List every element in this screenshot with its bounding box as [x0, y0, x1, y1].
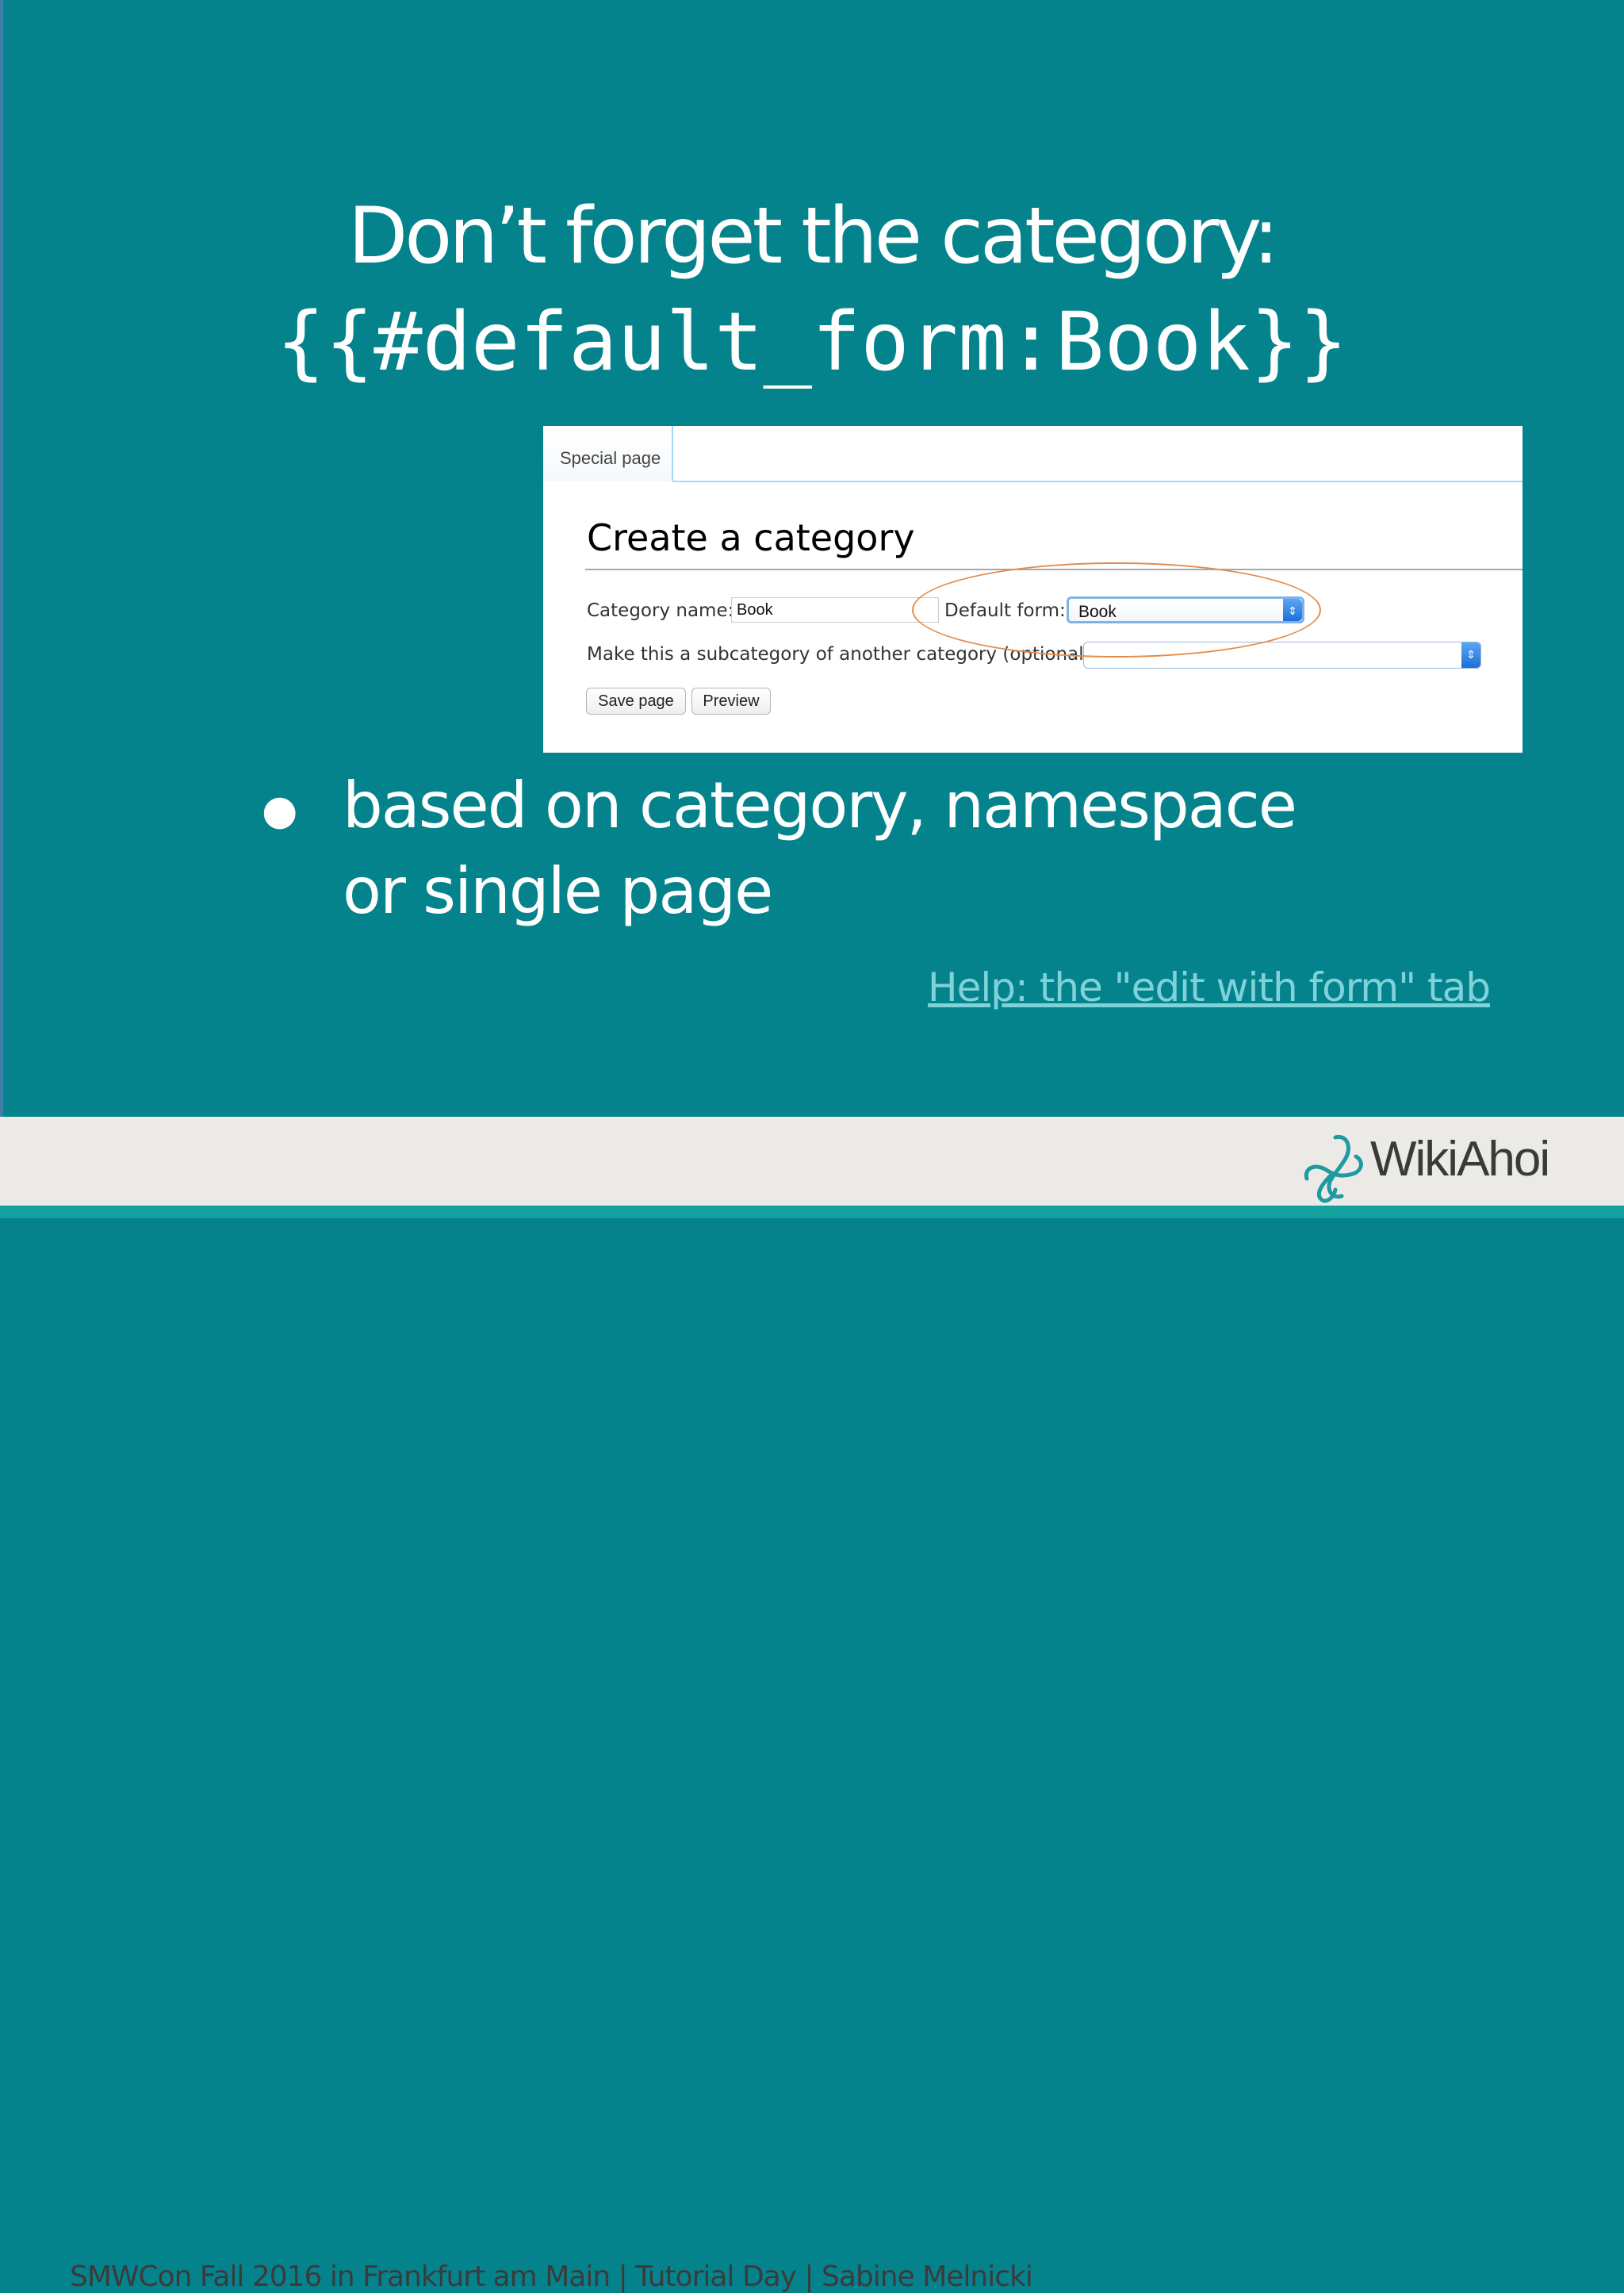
- page-heading: Create a category: [587, 516, 915, 559]
- embedded-screenshot: Special page Create a category Category …: [543, 426, 1522, 753]
- logo-wordmark: WikiAhoi: [1370, 1132, 1550, 1187]
- footer-accent-bar: [0, 1206, 1624, 1218]
- save-page-button[interactable]: Save page: [586, 688, 686, 715]
- wikiahoi-logo: WikiAhoi: [1300, 1129, 1562, 1206]
- tab-divider: [672, 481, 1522, 482]
- bullet-icon: ●: [262, 787, 298, 834]
- tab-special-page[interactable]: Special page: [543, 426, 673, 481]
- slide-code-snippet: {{#default_form:Book}}: [276, 295, 1348, 389]
- category-name-label: Category name:: [587, 600, 734, 621]
- chevron-updown-icon: ⇕: [1461, 642, 1480, 668]
- category-name-input[interactable]: Book: [731, 597, 939, 623]
- footer-text: SMWCon Fall 2016 in Frankfurt am Main | …: [70, 2260, 1033, 2293]
- slide-left-edge: [0, 0, 3, 1117]
- highlight-ellipse: [912, 562, 1321, 658]
- tab-label: Special page: [560, 448, 661, 468]
- slide-title: Don’t forget the category:: [347, 191, 1279, 282]
- preview-button[interactable]: Preview: [691, 688, 771, 715]
- propeller-icon: [1304, 1134, 1363, 1203]
- help-link[interactable]: Help: the "edit with form" tab: [928, 964, 1491, 1010]
- bullet-text: based on category, namespace or single p…: [343, 769, 1297, 928]
